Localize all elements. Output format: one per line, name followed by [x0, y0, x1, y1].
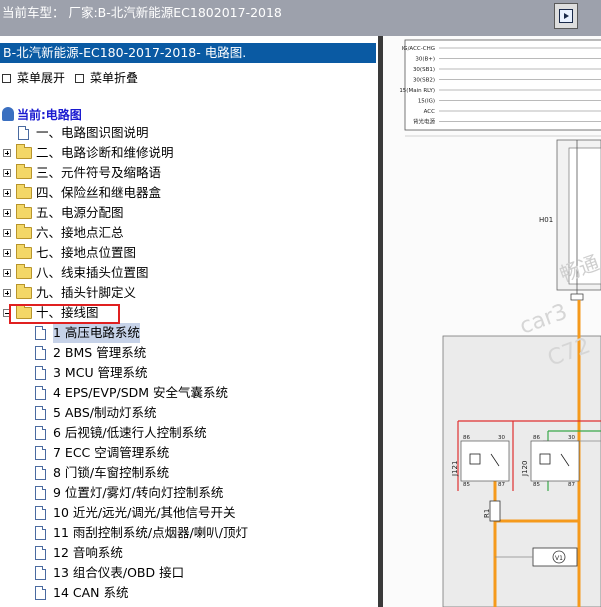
expand-toggle-icon[interactable]: [3, 249, 11, 257]
restore-window-icon: [559, 9, 573, 23]
folder-icon: [16, 184, 32, 199]
folder-icon: [16, 284, 32, 299]
tree-subitem-label: 11 雨刮控制系统/点烟器/喇叭/顶灯: [53, 525, 249, 540]
menu-collapse-label: 菜单折叠: [90, 71, 139, 85]
document-icon: [35, 566, 46, 580]
expand-toggle-icon[interactable]: [3, 189, 11, 197]
folder-icon: [16, 164, 32, 179]
document-icon: [35, 526, 46, 540]
tree-subitem-label: 5 ABS/制动灯系统: [53, 405, 157, 420]
document-icon: [35, 506, 46, 520]
expand-toggle-icon[interactable]: [3, 169, 11, 177]
tree-subitem-label: 12 音响系统: [53, 545, 123, 560]
document-icon: [35, 406, 46, 420]
tree-subitem-label: 6 后视镜/低速行人控制系统: [53, 425, 207, 440]
document-icon: [35, 366, 46, 380]
power-rail-label: ACC: [424, 109, 436, 115]
power-rail-label: 15(Main RLY): [399, 88, 435, 94]
tree-subitem-label: 3 MCU 管理系统: [53, 365, 148, 380]
tree-subitem-label: 8 门锁/车窗控制系统: [53, 465, 170, 480]
folder-icon: [16, 224, 32, 239]
tree-subitem-label: 10 近光/远光/调光/其他信号开关: [53, 505, 236, 520]
tree-subitem-label: 4 EPS/EVP/SDM 安全气囊系统: [53, 385, 229, 400]
relay-pin-label: 30: [568, 435, 575, 441]
power-rail-label: 背光电源: [413, 118, 436, 126]
root-book-icon: [2, 107, 14, 121]
tree-chapter-label: 六、接地点汇总: [36, 225, 124, 240]
tree-chapter-label: 四、保险丝和继电器盒: [36, 185, 162, 200]
power-rail-label: 30(B+): [415, 57, 435, 63]
expand-toggle-icon[interactable]: [3, 269, 11, 277]
power-rail-label: IG/ACC-CHG: [402, 46, 435, 52]
relay-pin-label: 87: [498, 482, 505, 488]
component-h01-label: H01: [539, 216, 553, 224]
document-icon: [35, 426, 46, 440]
folder-icon: [16, 144, 32, 159]
tree-subitem-label: 2 BMS 管理系统: [53, 345, 147, 360]
wiring-diagram: IG/ACC-CHG 30(B+) 30(SB1) 30(SB2) 15(Main RL…: [383, 36, 601, 607]
tree-subitem-label: 14 CAN 系统: [53, 585, 129, 600]
menu-collapse-button[interactable]: 菜单折叠: [75, 69, 138, 86]
expand-toggle-icon[interactable]: [3, 229, 11, 237]
tree-root[interactable]: 当前:电路图: [2, 106, 82, 123]
relay-pin-label: 87: [568, 482, 575, 488]
tree-subitem-label: 7 ECC 空调管理系统: [53, 445, 170, 460]
relay-pin-label: 85: [463, 482, 470, 488]
tree-chapter-label: 五、电源分配图: [36, 205, 124, 220]
relay-pin-label: 30: [498, 435, 505, 441]
window-title: 当前车型： 厂家:B-北汽新能源EC1802017-2018: [2, 5, 282, 20]
relay-pin-label: 85: [533, 482, 540, 488]
power-rail-label: 30(SB1): [413, 67, 435, 73]
tree-root-label: 当前:电路图: [17, 108, 82, 122]
relay-pin-label: 86: [463, 435, 470, 441]
expand-toggle-icon[interactable]: [3, 209, 11, 217]
tree-subitem-label: 9 位置灯/雾灯/转向灯控制系统: [53, 485, 224, 500]
document-icon: [35, 586, 46, 600]
document-icon: [35, 326, 46, 340]
power-rail-label: 15(IG): [418, 99, 435, 105]
meter-v1-label: V1: [555, 555, 563, 562]
expand-square-icon: [2, 74, 11, 83]
document-icon: [35, 486, 46, 500]
tree-subitem-label: 13 组合仪表/OBD 接口: [53, 565, 185, 580]
tree-subitem-label: 1 高压电路系统: [53, 323, 140, 343]
collapse-square-icon: [75, 74, 84, 83]
relay-j120-label: J120: [521, 461, 529, 477]
tree-chapter-label: 八、线束插头位置图: [36, 265, 149, 280]
folder-icon: [16, 264, 32, 279]
tree-chapter-label: 二、电路诊断和维修说明: [36, 145, 174, 160]
menu-expand-label: 菜单展开: [17, 71, 66, 85]
title-bar: 当前车型： 厂家:B-北汽新能源EC1802017-2018: [0, 0, 601, 36]
document-icon: [35, 346, 46, 360]
relay-j121-label: J121: [451, 461, 459, 477]
relay-pin-label: 86: [533, 435, 540, 441]
highlight-box: [9, 304, 120, 324]
folder-icon: [16, 204, 32, 219]
document-icon: [35, 546, 46, 560]
diagram-viewer[interactable]: IG/ACC-CHG 30(B+) 30(SB1) 30(SB2) 15(Main RL…: [383, 36, 601, 607]
document-icon: [35, 466, 46, 480]
tree-chapter-label: 七、接地点位置图: [36, 245, 137, 260]
power-rail-label: 30(SB2): [413, 78, 435, 84]
menu-panel: B-北汽新能源-EC180-2017-2018- 电路图. 菜单展开 菜单折叠 …: [0, 36, 378, 607]
tree-chapter-label: 一、电路图识图说明: [36, 125, 149, 140]
tree-chapter-label: 九、插头针脚定义: [36, 285, 137, 300]
panel-header: B-北汽新能源-EC180-2017-2018- 电路图.: [0, 43, 376, 63]
tree-chapter-label: 三、元件符号及缩略语: [36, 165, 162, 180]
expand-toggle-icon[interactable]: [3, 149, 11, 157]
document-icon: [18, 126, 29, 140]
document-icon: [35, 446, 46, 460]
expand-toggle-icon[interactable]: [3, 289, 11, 297]
restore-window-button[interactable]: [554, 3, 578, 29]
folder-icon: [16, 244, 32, 259]
resistor-r1-label: R1: [483, 509, 491, 518]
document-icon: [35, 386, 46, 400]
menu-expand-button[interactable]: 菜单展开: [2, 69, 65, 86]
